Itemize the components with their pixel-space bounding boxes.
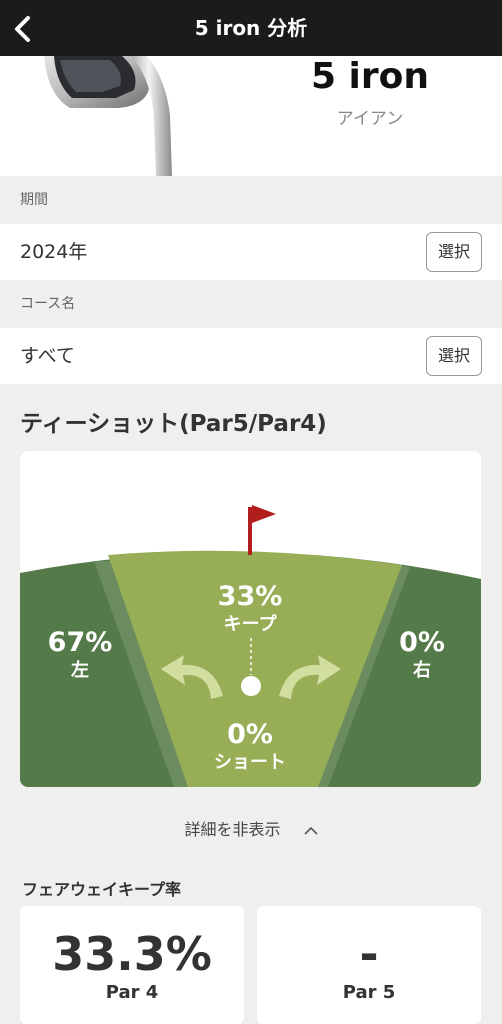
keep-label: キープ [223, 614, 277, 635]
left-label: 左 [71, 660, 89, 681]
ball-icon [241, 676, 261, 696]
keep-percent: 33% [217, 581, 283, 612]
left-stat: 67% 左 [30, 627, 130, 683]
period-select-button[interactable]: 選択 [426, 232, 482, 272]
flag-icon [252, 505, 276, 523]
par4-label: Par 4 [105, 982, 159, 1003]
back-button[interactable] [4, 6, 44, 50]
period-value: 2024年 [20, 241, 88, 263]
par5-value: - [359, 927, 379, 981]
hide-details-toggle[interactable]: 詳細を非表示 [0, 816, 502, 840]
short-percent: 0% [227, 719, 273, 750]
page-title: 5 iron 分析 [194, 16, 308, 40]
tee-shot-title: ティーショット(Par5/Par4) [20, 411, 327, 437]
short-stat: 0% ショート [190, 719, 310, 775]
keep-stat: 33% キープ [200, 581, 300, 637]
club-header: 5 iron アイアン [0, 56, 502, 176]
golf-club-image [44, 56, 172, 176]
chevron-left-icon [15, 16, 30, 42]
course-select-button[interactable]: 選択 [426, 336, 482, 376]
right-label: 右 [413, 660, 431, 681]
course-value: すべて [20, 345, 75, 367]
club-type: アイアン [336, 109, 404, 129]
fairway-keep-title: フェアウェイキープ率 [22, 880, 182, 899]
top-bar: 5 iron 分析 [0, 0, 502, 56]
course-filter-row: すべて 選択 [0, 328, 502, 384]
right-percent: 0% [399, 627, 445, 658]
club-name: 5 iron [310, 56, 430, 97]
period-label: 期間 [0, 176, 502, 224]
par5-card: - Par 5 [257, 906, 481, 1024]
par4-card: 33.3% Par 4 [20, 906, 244, 1024]
period-filter-row: 2024年 選択 [0, 224, 502, 280]
hide-details-label: 詳細を非表示 [184, 820, 281, 839]
right-stat: 0% 右 [372, 627, 472, 683]
chevron-up-icon [303, 826, 318, 835]
short-label: ショート [214, 752, 286, 773]
tee-shot-diagram: 33% キープ 67% 左 0% 右 0% ショート [20, 451, 481, 787]
course-label: コース名 [0, 280, 502, 328]
left-percent: 67% [47, 627, 113, 658]
par4-value: 33.3% [52, 927, 212, 981]
par5-label: Par 5 [342, 982, 396, 1003]
